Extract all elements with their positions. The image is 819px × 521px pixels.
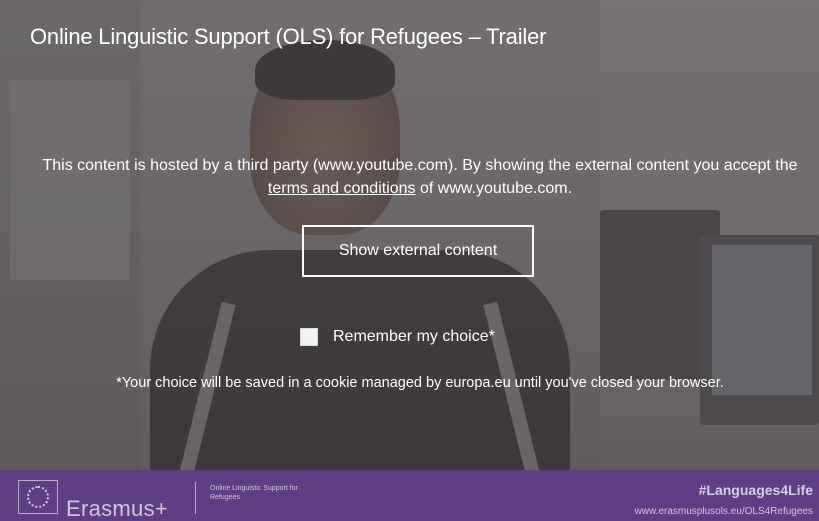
terms-and-conditions-link[interactable]: terms and conditions [268, 180, 416, 197]
erasmus-logo-text: Erasmus+ [66, 496, 169, 521]
video-embed-frame: Online Linguistic Support (OLS) for Refu… [0, 0, 819, 521]
consent-notice-text: This content is hosted by a third party … [42, 157, 798, 174]
show-external-content-button[interactable]: Show external content [302, 225, 534, 277]
eu-stars-icon [27, 486, 49, 508]
consent-notice-text-end: of www.youtube.com. [415, 180, 573, 197]
video-title: Online Linguistic Support (OLS) for Refu… [30, 24, 547, 49]
hashtag-text: #Languages4Life [698, 482, 813, 498]
remember-choice-checkbox[interactable] [300, 328, 318, 346]
remember-choice[interactable]: Remember my choice* [300, 325, 495, 349]
brand-url: www.erasmusplusols.eu/OLS4Refugees [634, 506, 813, 517]
ols-logo-text: Online Linguistic Support for Refugees [210, 485, 298, 501]
consent-notice: This content is hosted by a third party … [30, 154, 810, 200]
brand-divider [195, 482, 196, 514]
cookie-note: *Your choice will be saved in a cookie m… [116, 375, 724, 391]
eu-flag-logo [18, 480, 58, 514]
remember-choice-label[interactable]: Remember my choice* [333, 328, 495, 346]
brand-bar: Erasmus+ Online Linguistic Support for R… [0, 470, 819, 521]
